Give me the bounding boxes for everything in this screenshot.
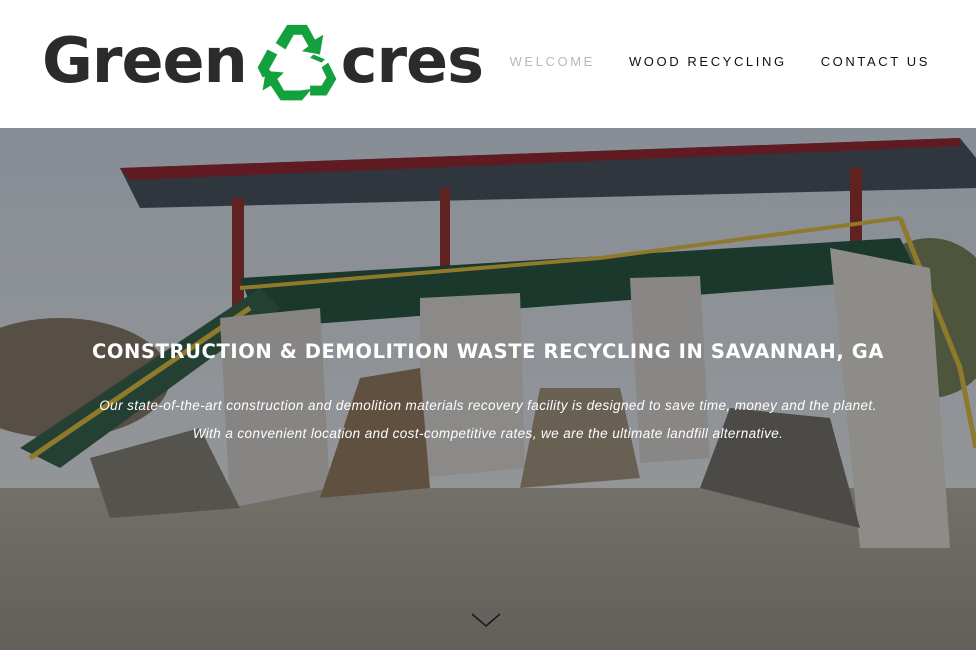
hero-title: CONSTRUCTION & DEMOLITION WASTE RECYCLIN…	[91, 340, 885, 363]
hero-subtitle-line-1: Our state-of-the-art construction and de…	[99, 398, 877, 413]
chevron-down-icon[interactable]	[470, 612, 502, 630]
site-header: Green cres WELCOME WOOD RECYCLING CONTAC…	[0, 0, 976, 128]
nav-item-welcome[interactable]: WELCOME	[510, 54, 595, 69]
logo-text-cres: cres	[340, 24, 484, 97]
hero-subtitle-line-2: With a convenient location and cost-comp…	[192, 426, 784, 441]
nav-item-contact-us[interactable]: CONTACT US	[821, 54, 930, 69]
site-logo[interactable]: Green cres	[42, 20, 484, 102]
main-nav: WELCOME WOOD RECYCLING CONTACT US	[510, 54, 930, 69]
nav-item-wood-recycling[interactable]: WOOD RECYCLING	[629, 54, 787, 69]
logo-text-green: Green	[42, 24, 248, 97]
recycle-icon	[257, 24, 337, 101]
hero-overlay	[0, 128, 976, 650]
hero-banner: CONSTRUCTION & DEMOLITION WASTE RECYCLIN…	[0, 128, 976, 650]
